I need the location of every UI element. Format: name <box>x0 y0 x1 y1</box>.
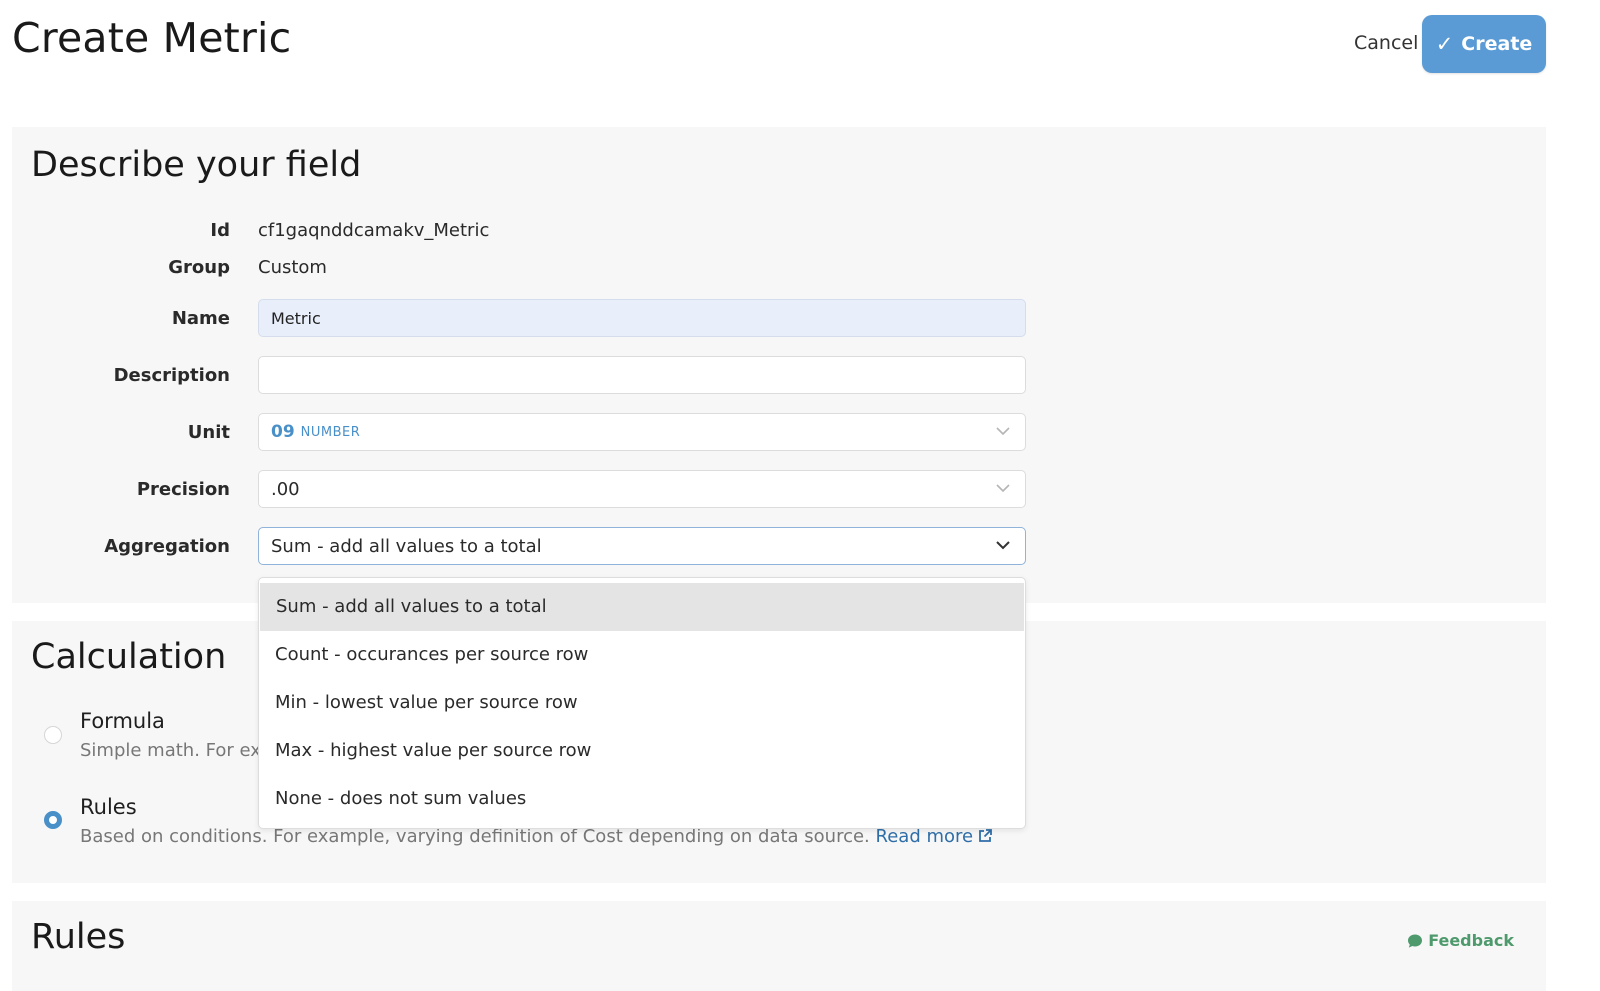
check-icon: ✓ <box>1435 32 1454 56</box>
calculation-section-title: Calculation <box>31 637 227 677</box>
rules-radio[interactable] <box>44 811 62 829</box>
rules-desc-text: Based on conditions. For example, varyin… <box>80 826 870 847</box>
unit-code: 09 <box>271 422 295 442</box>
rules-option-desc: Based on conditions. For example, varyin… <box>80 826 993 847</box>
chevron-down-icon <box>996 541 1010 550</box>
description-input[interactable] <box>258 356 1026 394</box>
formula-option-desc: Simple math. For exa <box>80 740 272 761</box>
aggregation-option-sum[interactable]: Sum - add all values to a total <box>260 583 1024 631</box>
external-link-icon <box>979 829 992 842</box>
group-label: Group <box>168 257 230 278</box>
description-label: Description <box>113 365 230 386</box>
rules-section-title: Rules <box>31 917 126 957</box>
unit-label: Unit <box>187 422 230 443</box>
precision-label: Precision <box>136 479 230 500</box>
name-label: Name <box>171 308 230 329</box>
group-value: Custom <box>258 257 327 278</box>
id-value: cf1gaqnddcamakv_Metric <box>258 220 490 241</box>
precision-select[interactable]: .00 <box>258 470 1026 508</box>
chevron-down-icon <box>996 484 1010 493</box>
aggregation-select[interactable]: Sum - add all values to a total <box>258 527 1026 565</box>
speech-bubble-icon <box>1408 934 1423 948</box>
aggregation-option-count[interactable]: Count - occurances per source row <box>259 631 1025 679</box>
create-button-label: Create <box>1461 33 1533 55</box>
feedback-label: Feedback <box>1428 931 1514 950</box>
aggregation-label: Aggregation <box>104 536 230 557</box>
aggregation-value: Sum - add all values to a total <box>271 535 542 557</box>
rules-option-title[interactable]: Rules <box>80 795 137 819</box>
create-button[interactable]: ✓ Create <box>1422 15 1546 73</box>
aggregation-option-min[interactable]: Min - lowest value per source row <box>259 679 1025 727</box>
aggregation-option-max[interactable]: Max - highest value per source row <box>259 727 1025 775</box>
describe-panel: Describe your field Id cf1gaqnddcamakv_M… <box>12 127 1546 603</box>
formula-option-title[interactable]: Formula <box>80 709 165 733</box>
chevron-down-icon <box>996 427 1010 436</box>
precision-value: .00 <box>271 478 300 500</box>
id-label: Id <box>210 220 230 241</box>
describe-section-title: Describe your field <box>31 145 362 185</box>
feedback-button[interactable]: Feedback <box>1407 931 1514 950</box>
aggregation-option-none[interactable]: None - does not sum values <box>259 775 1025 823</box>
name-input[interactable] <box>258 299 1026 337</box>
unit-name: NUMBER <box>300 424 361 440</box>
read-more-label: Read more <box>875 826 974 847</box>
rules-panel: Rules Feedback <box>12 901 1546 991</box>
read-more-link[interactable]: Read more <box>876 826 994 847</box>
aggregation-dropdown: Sum - add all values to a total Count - … <box>258 577 1026 829</box>
cancel-button[interactable]: Cancel <box>1354 32 1418 54</box>
unit-select[interactable]: 09 NUMBER <box>258 413 1026 451</box>
formula-radio[interactable] <box>44 726 62 744</box>
page-title: Create Metric <box>12 14 292 62</box>
